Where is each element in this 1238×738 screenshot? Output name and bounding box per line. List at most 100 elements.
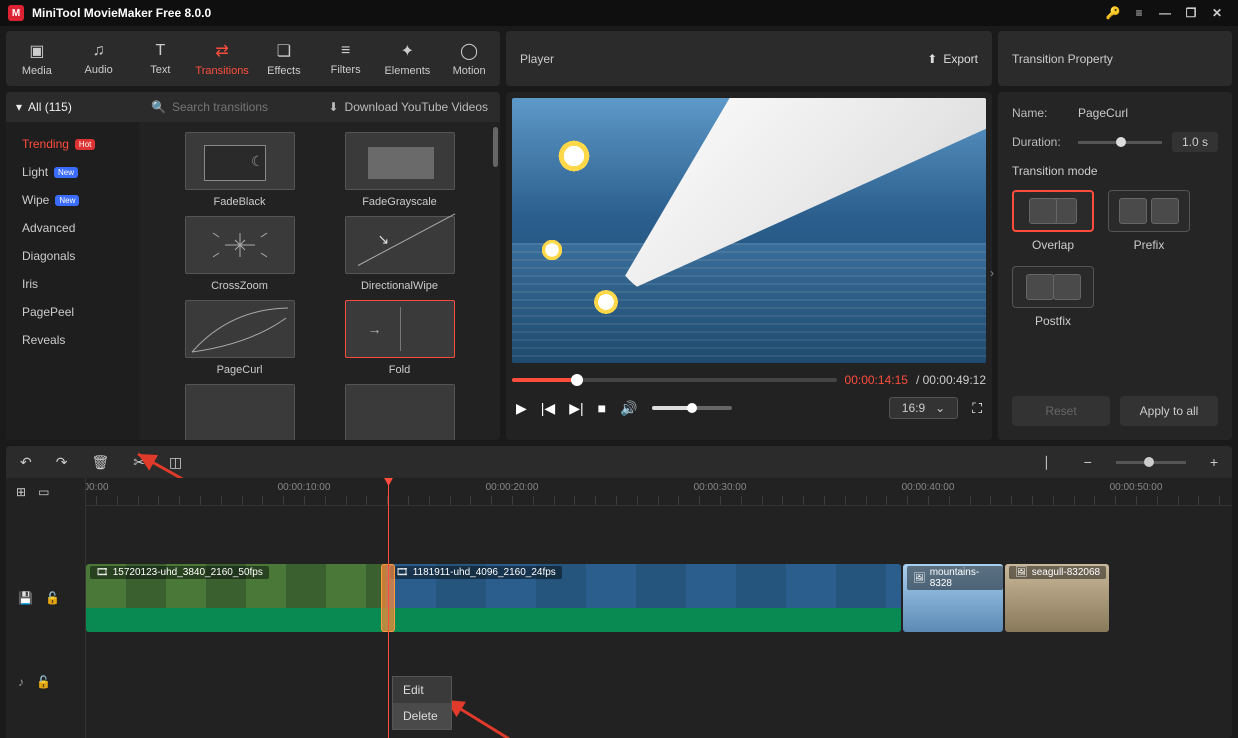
tab-elements[interactable]: ✦Elements bbox=[377, 41, 439, 77]
delete-button[interactable]: 🗑 bbox=[91, 454, 109, 471]
volume-slider[interactable] bbox=[652, 406, 732, 410]
playback-progress[interactable] bbox=[512, 378, 837, 382]
preview-canvas bbox=[512, 98, 986, 363]
apply-all-button[interactable]: Apply to all bbox=[1120, 396, 1218, 426]
marker-icon[interactable]: ⎸ bbox=[1046, 454, 1060, 471]
minimize-button[interactable]: — bbox=[1152, 0, 1178, 26]
badge: New bbox=[55, 195, 79, 206]
export-button[interactable]: ⬆ Export bbox=[927, 52, 978, 66]
playhead[interactable] bbox=[388, 478, 389, 738]
music-icon[interactable]: ♪ bbox=[18, 675, 24, 689]
download-icon: ⬇ bbox=[328, 100, 338, 114]
fullscreen-button[interactable]: ⛶ bbox=[972, 400, 982, 417]
context-menu: Edit Delete bbox=[392, 676, 452, 730]
property-title: Transition Property bbox=[1012, 52, 1113, 66]
main-toolbar: ▣Media♫AudioTText⇄Transitions❏Effects≡Fi… bbox=[6, 31, 500, 86]
badge: Hot bbox=[75, 139, 95, 150]
sparkle-icon: ✦ bbox=[401, 41, 414, 61]
transition-blank[interactable] bbox=[345, 384, 455, 440]
transition-fold[interactable]: →Fold bbox=[345, 300, 455, 376]
undo-button[interactable]: ↶ bbox=[20, 454, 32, 471]
stop-button[interactable]: ■ bbox=[598, 400, 606, 416]
swap-icon: ⇄ bbox=[215, 41, 228, 61]
tab-text[interactable]: TText bbox=[130, 42, 192, 76]
video-icon: 🎞 bbox=[396, 567, 409, 578]
sidebar-all[interactable]: ▾ All (115) bbox=[6, 92, 139, 122]
panel-collapse-icon[interactable]: › bbox=[990, 266, 994, 280]
prev-frame-button[interactable]: |◀ bbox=[541, 400, 555, 417]
T-icon: T bbox=[155, 42, 165, 60]
menu-icon[interactable]: ≡ bbox=[1126, 0, 1152, 26]
duration-value[interactable]: 1.0 s bbox=[1172, 132, 1218, 152]
video-icon: 🎞 bbox=[96, 567, 109, 578]
image-icon: 🖼 bbox=[913, 573, 926, 584]
timeline-ruler[interactable]: 00:0000:00:10:0000:00:20:0000:00:30:0000… bbox=[86, 478, 1232, 506]
audio-track-head: ♪ 🔓 bbox=[6, 668, 86, 696]
grid-scrollbar[interactable] bbox=[493, 127, 498, 167]
prop-duration-label: Duration: bbox=[1012, 135, 1068, 149]
sidebar-item-wipe[interactable]: WipeNew bbox=[6, 186, 139, 214]
tab-transitions[interactable]: ⇄Transitions bbox=[191, 41, 253, 77]
sidebar-item-trending[interactable]: TrendingHot bbox=[6, 130, 139, 158]
redo-button[interactable]: ↷ bbox=[56, 454, 68, 471]
tab-media[interactable]: ▣Media bbox=[6, 41, 68, 77]
note-icon: ♫ bbox=[93, 42, 105, 60]
split-button[interactable]: ✂ bbox=[133, 454, 145, 471]
video-track-head: 💾 🔓 bbox=[6, 564, 86, 632]
clip[interactable]: 🎞1181911-uhd_4096_2160_24fps bbox=[386, 564, 901, 632]
zoom-out-button[interactable]: − bbox=[1084, 454, 1092, 470]
lock-icon[interactable]: 🔓 bbox=[45, 591, 60, 605]
download-youtube-link[interactable]: ⬇ Download YouTube Videos bbox=[328, 100, 488, 114]
transition-fadeblack[interactable]: FadeBlack bbox=[185, 132, 295, 208]
time-total: / 00:00:49:12 bbox=[916, 373, 986, 387]
orbit-icon: ◯ bbox=[460, 41, 478, 61]
ctx-edit[interactable]: Edit bbox=[393, 677, 451, 703]
sidebar-item-light[interactable]: LightNew bbox=[6, 158, 139, 186]
volume-icon[interactable]: 🔊 bbox=[620, 400, 637, 417]
mode-prefix[interactable]: Prefix bbox=[1108, 190, 1190, 252]
sidebar-item-pagepeel[interactable]: PagePeel bbox=[6, 298, 139, 326]
transition-pagecurl[interactable]: PageCurl bbox=[185, 300, 295, 376]
key-icon[interactable]: 🔑 bbox=[1100, 0, 1126, 26]
badge: New bbox=[54, 167, 78, 178]
prop-name-value: PageCurl bbox=[1078, 106, 1128, 120]
play-button[interactable]: ▶ bbox=[516, 400, 527, 417]
clip[interactable]: 🎞15720123-uhd_3840_2160_50fps bbox=[86, 564, 386, 632]
close-button[interactable]: ✕ bbox=[1204, 0, 1230, 26]
sidebar-item-iris[interactable]: Iris bbox=[6, 270, 139, 298]
tab-motion[interactable]: ◯Motion bbox=[438, 41, 500, 77]
search-input[interactable] bbox=[172, 100, 302, 114]
next-frame-button[interactable]: ▶| bbox=[569, 400, 583, 417]
aspect-ratio-select[interactable]: 16:9 ⌄ bbox=[889, 397, 958, 419]
lock-icon[interactable]: 🔓 bbox=[36, 675, 51, 689]
save-track-icon[interactable]: 💾 bbox=[18, 591, 33, 605]
mode-overlap[interactable]: Overlap bbox=[1012, 190, 1094, 252]
tab-audio[interactable]: ♫Audio bbox=[68, 42, 130, 76]
transition-crosszoom[interactable]: CrossZoom bbox=[185, 216, 295, 292]
transition-blank[interactable] bbox=[185, 384, 295, 440]
folder-icon: ▣ bbox=[29, 41, 44, 61]
zoom-in-button[interactable]: + bbox=[1210, 454, 1218, 470]
duration-slider[interactable] bbox=[1078, 141, 1162, 144]
sliders-icon: ≡ bbox=[341, 42, 350, 60]
clip[interactable]: 🖼mountains-8328 bbox=[903, 564, 1003, 632]
image-icon: 🖼 bbox=[1015, 567, 1028, 578]
maximize-button[interactable]: ❐ bbox=[1178, 0, 1204, 26]
reset-button[interactable]: Reset bbox=[1012, 396, 1110, 426]
time-current: 00:00:14:15 bbox=[845, 373, 908, 387]
tab-filters[interactable]: ≡Filters bbox=[315, 42, 377, 76]
clip[interactable]: 🖼seagull-832068 bbox=[1005, 564, 1109, 632]
sidebar-item-reveals[interactable]: Reveals bbox=[6, 326, 139, 354]
track-layers-icon[interactable]: ▭ bbox=[38, 485, 49, 499]
caret-down-icon: ▾ bbox=[16, 100, 22, 114]
sidebar-item-advanced[interactable]: Advanced bbox=[6, 214, 139, 242]
mode-postfix[interactable]: Postfix bbox=[1012, 266, 1094, 328]
ctx-delete[interactable]: Delete bbox=[393, 703, 451, 729]
add-track-icon[interactable]: ⊞ bbox=[16, 485, 26, 499]
transition-directionalwipe[interactable]: ↘DirectionalWipe bbox=[345, 216, 455, 292]
tab-effects[interactable]: ❏Effects bbox=[253, 41, 315, 77]
crop-button[interactable]: ◫ bbox=[169, 454, 182, 471]
transition-fadegrayscale[interactable]: FadeGrayscale bbox=[345, 132, 455, 208]
zoom-slider[interactable] bbox=[1116, 461, 1186, 464]
sidebar-item-diagonals[interactable]: Diagonals bbox=[6, 242, 139, 270]
